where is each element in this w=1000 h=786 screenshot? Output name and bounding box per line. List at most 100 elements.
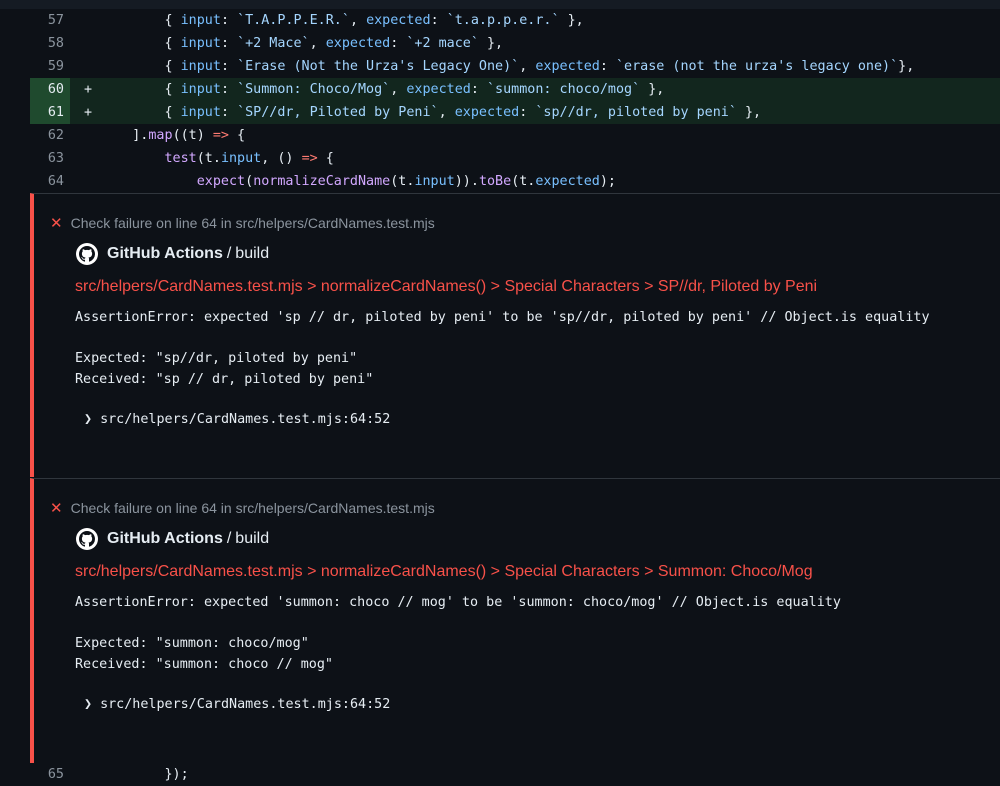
code-token: {: [100, 13, 181, 28]
annotation-location[interactable]: ❯ src/helpers/CardNames.test.mjs:64:52: [84, 697, 390, 712]
code-text: { input: `T.A.P.P.E.R.`, expected: `t.a.…: [100, 9, 584, 32]
gutter-strip: [0, 101, 30, 124]
code-token: {: [100, 82, 181, 97]
diff-marker: +: [84, 105, 93, 120]
location-text: src/helpers/CardNames.test.mjs:64:52: [100, 412, 391, 427]
annotation-header-text: Check failure on line 64 in src/helpers/…: [70, 500, 435, 516]
code-token: expected: [325, 36, 391, 51]
code-line: 57 { input: `T.A.P.P.E.R.`, expected: `t…: [0, 9, 1000, 32]
gutter-strip: [0, 78, 30, 101]
github-icon: [76, 528, 98, 550]
gutter-strip: [0, 9, 30, 32]
line-number[interactable]: 58: [30, 32, 70, 55]
chevron-right-icon: ❯: [84, 412, 93, 427]
github-icon: [76, 243, 98, 265]
code-token: :: [519, 105, 536, 120]
top-strip: [0, 0, 1000, 9]
line-number[interactable]: 65: [30, 763, 70, 786]
code-token: toBe: [478, 174, 512, 189]
code-token: {: [317, 151, 334, 166]
line-number[interactable]: 63: [30, 147, 70, 170]
line-number[interactable]: 64: [30, 170, 70, 193]
annotation-location[interactable]: ❯ src/helpers/CardNames.test.mjs:64:52: [84, 412, 390, 427]
code-token: ,: [390, 82, 407, 97]
added-code-line: 61 + { input: `SP//dr, Piloted by Peni`, …: [0, 101, 1000, 124]
code-token: `+2 Mace`: [237, 36, 310, 51]
code-token: {: [100, 36, 181, 51]
code-line: 62 ].map((t) => {: [0, 124, 1000, 147]
source-job[interactable]: build: [235, 530, 269, 548]
code-token: {: [100, 59, 181, 74]
check-annotation: ✕ Check failure on line 64 in src/helpers…: [30, 478, 1000, 763]
code-token: =>: [301, 151, 318, 166]
code-line: 59 { input: `Erase (Not the Urza's Legac…: [0, 55, 1000, 78]
code-token: `erase (not the urza's legacy one)`: [615, 59, 899, 74]
error-line: AssertionError: expected 'sp // dr, pilo…: [75, 310, 930, 325]
annotation-title: src/helpers/CardNames.test.mjs > normali…: [75, 278, 818, 295]
code-token: input: [180, 105, 221, 120]
source-app[interactable]: GitHub Actions: [107, 530, 223, 548]
code-token: {: [100, 105, 181, 120]
diff-marker: +: [84, 82, 93, 97]
code-token: `t.a.p.p.e.r.`: [446, 13, 560, 28]
code-token: ,: [349, 13, 367, 28]
x-icon: ✕: [50, 500, 63, 517]
line-number[interactable]: 59: [30, 55, 70, 78]
code-token: expected: [454, 105, 520, 120]
code-token: input: [180, 13, 221, 28]
code-token: },: [559, 13, 584, 28]
check-annotation: ✕ Check failure on line 64 in src/helpers…: [30, 193, 1000, 477]
gutter-strip: [0, 170, 30, 193]
chevron-right-icon: ❯: [84, 697, 93, 712]
annotation-header: ✕ Check failure on line 64 in src/helpers…: [50, 214, 435, 232]
received-line: Received: "summon: choco // mog": [75, 656, 333, 672]
code-token: `T.A.P.P.E.R.`: [237, 13, 350, 28]
code-token: );: [599, 174, 616, 189]
code-token: input: [220, 151, 262, 166]
code-token: expect: [196, 174, 246, 189]
annotation-body: AssertionError: expected 'summon: choco …: [75, 593, 841, 675]
code-token: (: [245, 174, 254, 189]
code-text: { input: `Erase (Not the Urza's Legacy O…: [100, 55, 914, 78]
annotation-source: GitHub Actions / build: [76, 528, 269, 550]
code-token: },: [478, 36, 504, 51]
code-token: expected: [406, 82, 471, 97]
code-token: expected: [535, 174, 600, 189]
code-line: 65 });: [0, 763, 1000, 786]
code-token: =>: [212, 128, 229, 143]
code-text: });: [100, 767, 189, 782]
line-number[interactable]: 61: [30, 101, 70, 124]
code-line: 63 test(t.input, () => {: [0, 147, 1000, 170]
expected-line: Expected: "sp//dr, piloted by peni": [75, 351, 358, 366]
code-token: },: [640, 82, 665, 97]
source-separator: /: [226, 530, 232, 547]
code-token: `+2 mace`: [406, 36, 479, 51]
code-token: :: [220, 105, 238, 120]
location-text: src/helpers/CardNames.test.mjs:64:52: [100, 697, 391, 712]
code-text: { input: `SP//dr, Piloted by Peni`, expe…: [100, 101, 761, 124]
code-token: ((t): [172, 128, 213, 143]
annotation-title: src/helpers/CardNames.test.mjs > normali…: [75, 563, 813, 580]
line-number[interactable]: 62: [30, 124, 70, 147]
annotation-body: AssertionError: expected 'sp // dr, pilo…: [75, 308, 930, 390]
code-token: :: [220, 59, 238, 74]
code-token: :: [470, 82, 487, 97]
code-token: input: [180, 59, 221, 74]
code-token: input: [180, 82, 221, 97]
added-code-line: 60 + { input: `Summon: Choco/Mog`, expect…: [0, 78, 1000, 101]
code-text: { input: `+2 Mace`, expected: `+2 mace` …: [100, 32, 503, 55]
line-number[interactable]: 60: [30, 78, 70, 101]
x-icon: ✕: [50, 215, 63, 232]
source-job[interactable]: build: [235, 245, 269, 263]
code-token: ,: [519, 59, 536, 74]
line-number[interactable]: 57: [30, 9, 70, 32]
code-token: :: [390, 36, 407, 51]
code-line: 58 { input: `+2 Mace`, expected: `+2 mac…: [0, 32, 1000, 55]
error-line: AssertionError: expected 'summon: choco …: [75, 595, 841, 610]
annotation-header: ✕ Check failure on line 64 in src/helpers…: [50, 499, 435, 517]
code-token: , (): [261, 151, 302, 166]
source-app[interactable]: GitHub Actions: [107, 245, 223, 263]
code-token: normalizeCardName: [253, 174, 391, 189]
code-token: ,: [438, 105, 455, 120]
